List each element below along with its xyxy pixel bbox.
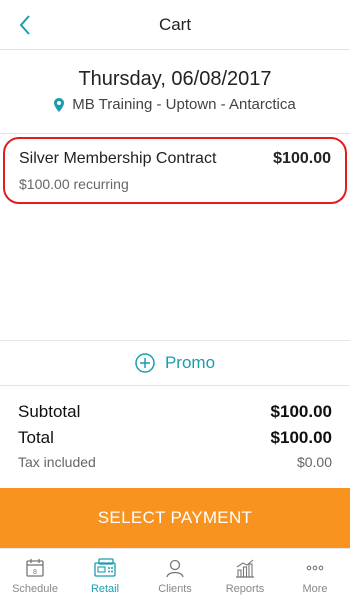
tab-label: Clients bbox=[158, 583, 192, 595]
client-icon bbox=[163, 556, 187, 580]
tab-label: Schedule bbox=[12, 583, 58, 595]
tab-schedule[interactable]: 8 Schedule bbox=[0, 549, 70, 600]
tax-value: $0.00 bbox=[296, 454, 332, 470]
subtotal-label: Subtotal bbox=[18, 402, 81, 421]
divider bbox=[0, 340, 350, 341]
cart-item-recurring: $100.00 recurring bbox=[19, 176, 129, 192]
tab-label: Reports bbox=[225, 583, 265, 595]
tab-more[interactable]: More bbox=[280, 549, 350, 600]
total-label: Total bbox=[18, 428, 54, 447]
location-pin-icon bbox=[54, 97, 65, 112]
tab-label: More bbox=[302, 583, 328, 595]
subtotal-value: $100.00 bbox=[270, 402, 332, 421]
tab-bar: 8 Schedule Retail Clients Reports More bbox=[0, 548, 350, 600]
location-row: MB Training - Uptown - Antarctica bbox=[0, 96, 350, 113]
cart-item[interactable]: Silver Membership Contract $100.00 $100.… bbox=[3, 137, 347, 204]
add-circle-icon bbox=[135, 353, 155, 373]
tab-clients[interactable]: Clients bbox=[140, 549, 210, 600]
tab-retail[interactable]: Retail bbox=[70, 549, 140, 600]
total-row: Total $100.00 bbox=[18, 428, 332, 448]
tab-label: Retail bbox=[90, 583, 120, 595]
divider bbox=[0, 385, 350, 386]
promo-button[interactable]: Promo bbox=[0, 350, 350, 376]
cart-item-name: Silver Membership Contract bbox=[19, 150, 217, 167]
nav-header: Cart bbox=[0, 0, 350, 50]
more-icon bbox=[303, 556, 327, 580]
calendar-icon: 8 bbox=[23, 556, 47, 580]
page-title: Cart bbox=[158, 15, 192, 34]
subtotal-row: Subtotal $100.00 bbox=[18, 402, 332, 422]
tax-label: Tax included bbox=[18, 454, 96, 470]
chart-icon bbox=[233, 556, 257, 580]
total-value: $100.00 bbox=[270, 428, 332, 447]
divider bbox=[0, 133, 350, 134]
cart-item-price: $100.00 bbox=[273, 150, 331, 167]
tax-row: Tax included $0.00 bbox=[18, 454, 332, 470]
location-label: MB Training - Uptown - Antarctica bbox=[72, 96, 296, 113]
appointment-date: Thursday, 06/08/2017 bbox=[78, 68, 272, 90]
register-icon bbox=[93, 556, 117, 580]
promo-label: Promo bbox=[164, 353, 216, 372]
svg-text:8: 8 bbox=[33, 569, 37, 576]
tab-reports[interactable]: Reports bbox=[210, 549, 280, 600]
select-payment-button[interactable]: SELECT PAYMENT bbox=[0, 488, 350, 548]
